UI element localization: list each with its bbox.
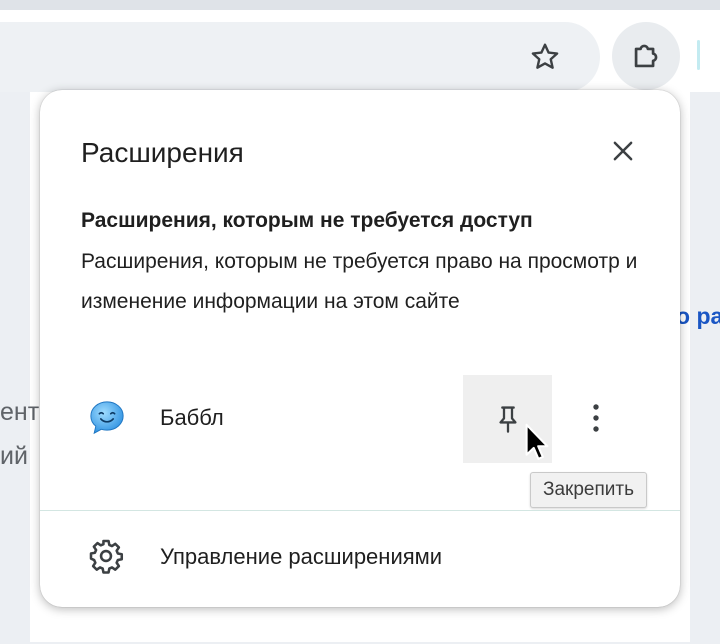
extensions-popup: Расширения Расширения, которым не требуе… bbox=[40, 90, 680, 607]
background-text: ент bbox=[0, 398, 40, 426]
pin-tooltip: Закрепить bbox=[530, 472, 647, 508]
extensions-button[interactable] bbox=[612, 22, 680, 90]
star-icon bbox=[531, 43, 559, 69]
address-bar[interactable] bbox=[0, 22, 600, 92]
extension-item[interactable]: Баббл bbox=[40, 375, 680, 463]
tab-strip bbox=[0, 0, 720, 10]
popup-title: Расширения bbox=[81, 137, 244, 168]
manage-extensions-button[interactable]: Управление расширениями bbox=[40, 520, 680, 592]
close-button[interactable] bbox=[600, 128, 646, 174]
background-text: ий bbox=[0, 442, 28, 470]
bookmark-button[interactable] bbox=[520, 34, 570, 80]
background-link[interactable]: о ра bbox=[676, 303, 720, 330]
section-heading: Расширения, которым не требуется доступ bbox=[81, 209, 533, 232]
toolbar-separator bbox=[697, 40, 700, 70]
extension-name: Баббл bbox=[160, 405, 224, 430]
manage-extensions-label: Управление расширениями bbox=[160, 544, 443, 569]
puzzle-piece-icon bbox=[634, 44, 658, 68]
close-icon bbox=[613, 141, 633, 161]
more-vertical-icon bbox=[593, 404, 599, 432]
section-description: Расширения, которым не требуется право н… bbox=[81, 250, 638, 313]
mouse-cursor-icon bbox=[525, 423, 549, 460]
pin-icon bbox=[498, 406, 517, 433]
extension-menu-button[interactable] bbox=[574, 393, 618, 443]
divider bbox=[40, 510, 680, 511]
gear-icon bbox=[89, 539, 124, 574]
smiley-speech-bubble-icon bbox=[90, 401, 124, 435]
